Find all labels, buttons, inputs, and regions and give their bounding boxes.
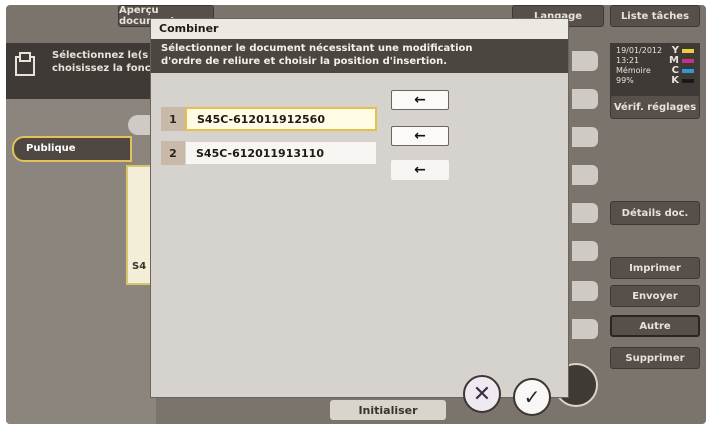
instruction-line-1: Sélectionner le document nécessitant une…	[161, 43, 473, 54]
background-slot	[572, 203, 598, 223]
status-date: 19/01/2012	[616, 46, 663, 55]
background-slot	[572, 241, 598, 261]
dialog-title: Combiner	[151, 19, 568, 39]
verif-reglages-button[interactable]: Vérif. réglages	[610, 95, 700, 119]
background-slot	[572, 319, 598, 339]
arrow-left-icon: ←	[414, 128, 426, 144]
details-doc-button[interactable]: Détails doc.	[610, 201, 700, 225]
message-line-1: Sélectionnez le(s	[52, 50, 149, 61]
ok-button[interactable]: ✓	[513, 378, 551, 416]
insert-position-2-button[interactable]: ←	[391, 126, 449, 146]
toner-bar-m	[682, 58, 694, 63]
document-row-2[interactable]: 2 S45C-612011913110	[161, 141, 377, 165]
autre-button[interactable]: Autre	[610, 315, 700, 337]
message-line-2: choisissez la fonc	[52, 63, 151, 74]
arrow-left-icon: ←	[414, 92, 426, 108]
insert-position-1-button[interactable]: ←	[391, 90, 449, 110]
instruction-line-2: d'ordre de reliure et choisir la positio…	[161, 56, 448, 67]
cancel-button[interactable]: ✕	[463, 375, 501, 413]
combiner-dialog: Combiner Sélectionner le document nécess…	[150, 18, 569, 398]
document-number: 2	[161, 141, 185, 165]
dialog-instructions: Sélectionner le document nécessitant une…	[151, 39, 568, 73]
job-list-button[interactable]: Liste tâches	[610, 5, 700, 27]
toner-bar-y	[682, 48, 694, 53]
document-name: S45C-612011912560	[185, 107, 377, 131]
status-memory-value: 99%	[616, 76, 634, 85]
document-number: 1	[161, 107, 185, 131]
status-time: 13:21	[616, 56, 640, 65]
checkmark-icon: ✓	[523, 385, 541, 409]
background-slot	[572, 281, 598, 301]
toner-bar-c	[682, 68, 694, 73]
background-slot	[572, 89, 598, 109]
toner-bar-k	[682, 78, 694, 83]
status-panel: 19/01/2012 Y 13:21 M Mémoire C 99% K	[610, 43, 700, 99]
initialiser-button[interactable]: Initialiser	[330, 400, 446, 420]
tab-publique[interactable]: Publique	[12, 136, 132, 162]
arrow-left-icon: ←	[414, 162, 426, 178]
background-message: Sélectionnez le(s choisissez la fonc	[6, 43, 156, 99]
background-slot	[572, 51, 598, 71]
document-row-1[interactable]: 1 S45C-612011912560	[161, 107, 377, 131]
insert-position-3-button[interactable]: ←	[391, 160, 449, 180]
document-stack-icon	[15, 52, 35, 76]
document-name: S45C-612011913110	[185, 141, 377, 165]
envoyer-button[interactable]: Envoyer	[610, 285, 700, 307]
background-slot	[572, 127, 598, 147]
background-slot	[572, 165, 598, 185]
supprimer-button[interactable]: Supprimer	[610, 347, 700, 369]
imprimer-button[interactable]: Imprimer	[610, 257, 700, 279]
status-memory-label: Mémoire	[616, 66, 651, 75]
close-icon: ✕	[472, 381, 492, 407]
document-thumbnail-label: S4	[132, 261, 147, 272]
